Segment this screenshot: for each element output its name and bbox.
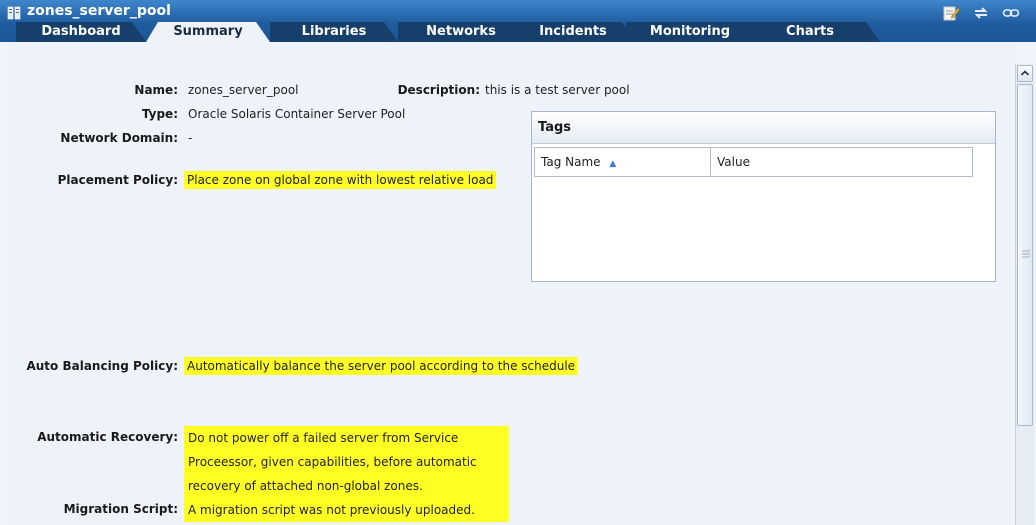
tags-panel: Tags Tag Name ▲ Value [531, 111, 996, 282]
tab-label: Charts [786, 24, 834, 39]
tab-dashboard[interactable]: Dashboard [16, 22, 146, 42]
scroll-thumb[interactable] [1017, 84, 1033, 426]
auto-balancing-label: Auto Balancing Policy: [26, 359, 178, 373]
column-header-value[interactable]: Value [711, 148, 973, 176]
name-label: Name: [134, 83, 178, 97]
network-domain-label: Network Domain: [60, 131, 178, 145]
placement-policy-label: Placement Policy: [57, 173, 178, 187]
automatic-recovery-value: Do not power off a failed server from Se… [184, 426, 509, 522]
tags-title: Tags [532, 112, 995, 144]
recovery-line: Proceessor, given capabilities, before a… [188, 455, 477, 469]
description-label: Description: [397, 83, 480, 97]
recovery-line: Do not power off a failed server from Se… [188, 431, 459, 445]
type-value: Oracle Solaris Container Server Pool [188, 107, 406, 121]
name-value: zones_server_pool [188, 83, 299, 97]
column-header-tag-name[interactable]: Tag Name ▲ [535, 148, 710, 176]
recovery-line: recovery of attached non-global zones. [188, 479, 423, 493]
refresh-icon[interactable] [972, 5, 990, 21]
migration-script-value: A migration script was not previously up… [188, 503, 475, 517]
tab-label: Monitoring [649, 24, 731, 39]
tab-label: Summary [173, 24, 243, 39]
link-icon[interactable] [1002, 5, 1020, 21]
tab-incidents[interactable]: Incidents [510, 22, 636, 42]
tab-label: Dashboard [41, 24, 121, 39]
tab-label: Networks [426, 24, 496, 39]
tab-label: Libraries [301, 24, 367, 39]
column-divider [972, 148, 973, 176]
tab-summary[interactable]: Summary [146, 22, 270, 42]
type-label: Type: [141, 107, 178, 121]
column-label: Value [717, 155, 750, 169]
column-label: Tag Name [541, 155, 601, 169]
auto-balancing-value: Automatically balance the server pool ac… [184, 357, 579, 375]
migration-script-label: Migration Script: [63, 502, 178, 516]
sort-ascending-icon: ▲ [609, 159, 617, 169]
tab-monitoring[interactable]: Monitoring [626, 22, 754, 42]
grip-icon [1022, 250, 1030, 258]
tab-libraries[interactable]: Libraries [270, 22, 398, 42]
server-pool-icon [7, 6, 21, 20]
description-value: this is a test server pool [485, 83, 630, 97]
automatic-recovery-label: Automatic Recovery: [37, 430, 178, 444]
edit-icon[interactable] [942, 5, 960, 21]
network-domain-value: - [188, 131, 193, 145]
tab-networks[interactable]: Networks [398, 22, 524, 42]
chevron-up-icon [1020, 70, 1030, 76]
tags-table-header: Tag Name ▲ Value [534, 147, 973, 177]
tab-label: Incidents [539, 24, 607, 39]
page-title: zones_server_pool [27, 3, 171, 19]
scroll-up-button[interactable] [1017, 65, 1033, 82]
tab-charts[interactable]: Charts [740, 22, 880, 42]
placement-policy-value: Place zone on global zone with lowest re… [184, 171, 497, 189]
vertical-scrollbar[interactable] [1015, 64, 1034, 525]
